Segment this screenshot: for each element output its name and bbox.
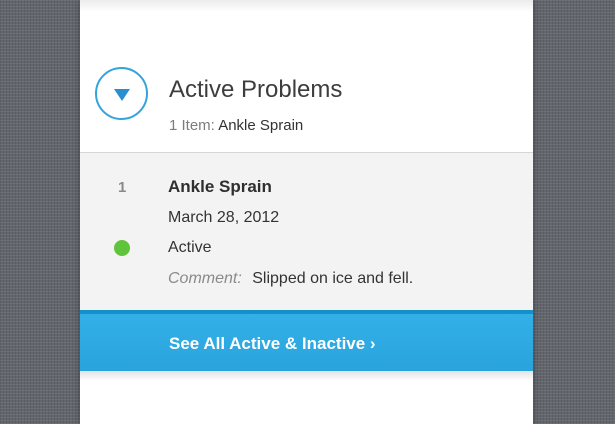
- section-summary: 1 Item: Ankle Sprain: [169, 117, 303, 134]
- section-header[interactable]: Active Problems 1 Item: Ankle Sprain: [80, 48, 533, 152]
- status-dot-icon: [114, 240, 130, 256]
- top-strip: [80, 0, 533, 12]
- comment-label: Comment:: [168, 270, 242, 287]
- problem-number: 1: [118, 179, 127, 196]
- problem-date: March 28, 2012: [168, 209, 280, 226]
- problem-name: Ankle Sprain: [168, 177, 272, 196]
- chevron-down-icon[interactable]: [95, 67, 148, 120]
- problem-row[interactable]: 1 Ankle Sprain March 28, 2012 Active Com…: [80, 153, 533, 310]
- comment-text: Slipped on ice and fell.: [252, 270, 414, 287]
- see-all-label: See All Active & Inactive ›: [169, 334, 376, 353]
- chevron-down-glyph: [114, 89, 130, 101]
- item-count-value: Ankle Sprain: [218, 117, 304, 134]
- problem-status: Active: [168, 239, 212, 256]
- problem-comment: Comment: Slipped on ice and fell.: [168, 270, 413, 288]
- section-title: Active Problems: [169, 76, 343, 103]
- see-all-button[interactable]: See All Active & Inactive ›: [80, 310, 533, 371]
- item-count-label: 1 Item:: [169, 117, 215, 134]
- problems-panel: Active Problems 1 Item: Ankle Sprain 1 A…: [80, 0, 533, 424]
- bottom-shade: [80, 371, 533, 381]
